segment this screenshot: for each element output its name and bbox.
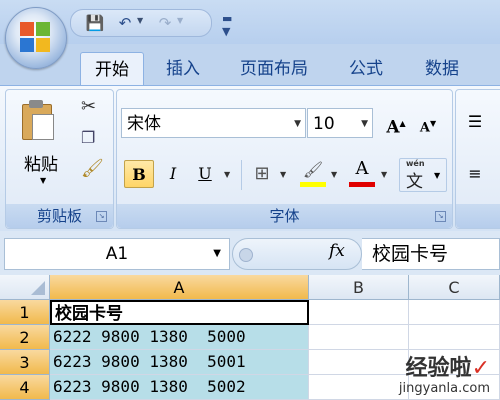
underline-button[interactable]: U: [190, 160, 220, 188]
cell-a2[interactable]: 6222 9800 1380 5000: [50, 325, 309, 350]
align-left-icon[interactable]: ≡: [460, 160, 490, 188]
font-color-button[interactable]: A: [347, 155, 377, 183]
paste-dropdown-icon[interactable]: ▼: [40, 176, 46, 185]
font-color-dropdown-icon[interactable]: ▼: [381, 170, 387, 179]
undo-dropdown-icon[interactable]: ▼: [137, 16, 143, 25]
align-top-icon[interactable]: ☰: [460, 108, 490, 136]
cell-b2[interactable]: [309, 325, 409, 350]
cut-icon[interactable]: ✂: [81, 96, 96, 117]
insert-function-icon[interactable]: fx: [329, 241, 345, 261]
alignment-group-label: [456, 204, 500, 228]
column-header-c[interactable]: C: [409, 275, 500, 300]
chevron-down-icon[interactable]: ▼: [213, 239, 221, 269]
phonetic-char: 文: [406, 172, 423, 192]
grow-font-button[interactable]: A▲: [381, 109, 411, 138]
format-painter-icon[interactable]: 🖌: [81, 158, 104, 179]
row-header-4[interactable]: 4: [0, 375, 50, 400]
font-name-select[interactable]: 宋体 ▼: [121, 108, 306, 138]
clipboard-launcher-icon[interactable]: ↘: [96, 211, 107, 222]
undo-icon[interactable]: ↶: [115, 13, 135, 33]
tab-data[interactable]: 数据: [412, 52, 472, 86]
cell-b3[interactable]: [309, 350, 409, 375]
cell-a1[interactable]: 校园卡号: [50, 300, 309, 325]
save-icon[interactable]: 💾: [85, 13, 105, 33]
cell-c1[interactable]: [409, 300, 500, 325]
font-size-select[interactable]: 10 ▼: [307, 108, 373, 138]
quick-access-toolbar: 💾 ↶ ▼ ↷ ▼: [70, 9, 212, 37]
cell-b1[interactable]: [309, 300, 409, 325]
font-group-label: 字体: [117, 204, 452, 228]
alignment-group: ☰ ≡: [455, 89, 500, 229]
tab-page-layout[interactable]: 页面布局: [228, 52, 320, 86]
tab-insert[interactable]: 插入: [155, 52, 211, 86]
font-group: 宋体 ▼ 10 ▼ A▲ A▼ B I U ▼ ⊞ ▼ 🖌 ▼ A ▼ wén …: [116, 89, 453, 229]
chevron-down-icon: ▼: [294, 119, 301, 129]
borders-icon[interactable]: ⊞: [247, 160, 277, 188]
font-color-swatch: [349, 182, 375, 187]
font-name-value: 宋体: [127, 114, 161, 134]
bold-button[interactable]: B: [124, 160, 154, 188]
watermark: 经验啦✓ jingyanla.com: [398, 356, 490, 397]
name-box[interactable]: A1 ▼: [4, 238, 230, 270]
underline-dropdown-icon[interactable]: ▼: [224, 170, 230, 179]
expand-handle-icon[interactable]: [239, 248, 253, 262]
paste-button[interactable]: 粘贴: [24, 150, 58, 175]
office-logo-icon: [20, 22, 52, 54]
cell-c2[interactable]: [409, 325, 500, 350]
ribbon: 粘贴 ▼ ✂ ❐ 🖌 剪贴板 ↘ 宋体 ▼ 10 ▼ A▲ A▼ B I U ▼…: [0, 85, 500, 233]
name-box-value: A1: [105, 244, 129, 264]
watermark-url: jingyanla.com: [398, 381, 490, 396]
cell-b4[interactable]: [309, 375, 409, 400]
tab-home[interactable]: 开始: [80, 52, 144, 87]
redo-icon[interactable]: ↷: [155, 13, 175, 33]
borders-dropdown-icon[interactable]: ▼: [280, 170, 286, 179]
check-icon: ✓: [471, 356, 490, 381]
cell-a4[interactable]: 6223 9800 1380 5002: [50, 375, 309, 400]
fill-color-icon[interactable]: 🖌: [298, 156, 328, 184]
font-launcher-icon[interactable]: ↘: [435, 211, 446, 222]
select-all-corner[interactable]: [0, 275, 50, 300]
fill-color-swatch: [300, 182, 326, 187]
formula-bar: A1 ▼ fx 校园卡号: [0, 231, 500, 275]
chevron-down-icon: ▼: [434, 171, 441, 180]
chevron-down-icon: ▼: [361, 119, 368, 129]
font-size-value: 10: [313, 114, 335, 134]
row-header-3[interactable]: 3: [0, 350, 50, 375]
watermark-title: 经验啦: [405, 356, 472, 381]
phonetic-button[interactable]: wén 文 ▼: [399, 158, 447, 192]
fill-color-dropdown-icon[interactable]: ▼: [331, 170, 337, 179]
row-header-2[interactable]: 2: [0, 325, 50, 350]
formula-controls: fx: [232, 238, 362, 270]
italic-button[interactable]: I: [158, 160, 188, 188]
divider: [241, 160, 242, 190]
row-header-1[interactable]: 1: [0, 300, 50, 325]
tab-formulas[interactable]: 公式: [338, 52, 394, 86]
redo-dropdown-icon[interactable]: ▼: [177, 16, 183, 25]
column-header-a[interactable]: A: [50, 275, 309, 300]
shrink-font-button[interactable]: A▼: [413, 109, 443, 137]
column-header-b[interactable]: B: [309, 275, 409, 300]
clipboard-group: 粘贴 ▼ ✂ ❐ 🖌 剪贴板 ↘: [5, 89, 114, 229]
cell-a3[interactable]: 6223 9800 1380 5001: [50, 350, 309, 375]
customize-qat-icon[interactable]: ▬ ▼: [222, 12, 232, 38]
ribbon-tabs: 开始 插入 页面布局 公式 数据: [0, 44, 500, 87]
office-button[interactable]: [5, 7, 67, 69]
formula-input[interactable]: 校园卡号: [362, 238, 500, 270]
paste-icon[interactable]: [20, 100, 54, 142]
copy-icon[interactable]: ❐: [81, 128, 95, 147]
